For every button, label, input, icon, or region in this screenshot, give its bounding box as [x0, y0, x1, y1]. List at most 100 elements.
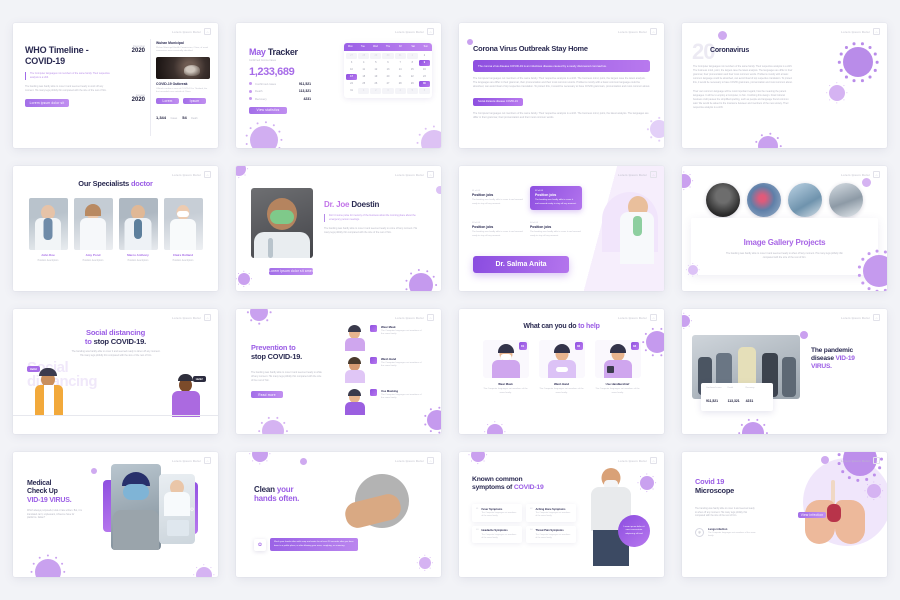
s1-right-col: Wuhan Municipal Wuhan Municipal Health C…	[156, 41, 210, 124]
calendar-day-cell[interactable]: 27	[382, 81, 393, 87]
calendar-day-cell[interactable]: 10	[346, 67, 357, 73]
doctor-card[interactable]: Marco Anthony Position description	[118, 197, 158, 262]
help-card[interactable]: 03 Use Handkerchief The Computer languag…	[594, 340, 641, 395]
calendar-day-cell[interactable]: 30	[418, 80, 430, 87]
s2-cta-button[interactable]: View statistics	[249, 106, 287, 115]
doctor-name: Claire Rolland	[172, 253, 194, 258]
symptom-text: The Computer languages not members of th…	[535, 533, 571, 539]
symptoms-badge[interactable]: Lorem ipsum dolor sit amet consectetur a…	[618, 515, 650, 547]
calendar-day-cell[interactable]: 28	[395, 81, 406, 87]
s16-cta-button[interactable]: View infection	[798, 512, 826, 518]
calendar-day-cell[interactable]: 25	[358, 81, 369, 87]
calendar-day-cell[interactable]: 15	[407, 67, 418, 73]
calendar-day-cell[interactable]: 16	[419, 67, 430, 73]
calendar-widget[interactable]: Mon Tue Wed Thu Fri Sat Sun 27 28 29 30 31 1 2 3 4 5 6 7 8…	[344, 43, 432, 98]
calendar-day-cell[interactable]: 24	[346, 81, 357, 87]
calendar-day-cell[interactable]: 17	[346, 73, 358, 80]
slide-clean-hands[interactable]: Lorem Ipsum Dolor ⌂ Clean your hands oft…	[236, 452, 441, 577]
slide-outbreak-stay-home[interactable]: Lorem Ipsum Dolor ⌂ Corona Virus Outbrea…	[459, 23, 664, 148]
calendar-day-cell[interactable]: 31	[394, 52, 406, 59]
calendar-day-cell[interactable]: 6	[382, 60, 393, 66]
symptom-card[interactable]: 04 Throat Pain Symptoms The Computer lan…	[526, 525, 576, 543]
s1-cta-button[interactable]: Lorem ipsum dolor sit	[25, 98, 69, 107]
calendar-day-cell[interactable]: 9	[418, 59, 430, 66]
doctor-card[interactable]: Claire Rolland Position description	[163, 197, 203, 262]
gallery-photo[interactable]	[829, 183, 863, 217]
slide-medical-check-up[interactable]: Lorem Ipsum Dolor ⌂ Medical Check Up VID…	[13, 452, 218, 577]
s3-inline-button[interactable]: Social distance disease COVID-19	[473, 97, 523, 106]
doctor-card[interactable]: Amy Pond Position description	[73, 197, 113, 262]
calendar-day-cell[interactable]: 29	[370, 52, 382, 59]
calendar-day-cell[interactable]: 28	[358, 52, 370, 59]
position-job-card-active[interactable]: 02 of 04 Position jobs The banding was h…	[530, 186, 582, 211]
slide-social-distancing[interactable]: Lorem Ipsum Dolor ⌂ Social distancing So…	[13, 309, 218, 434]
symptom-card[interactable]: 03 Headache Symptoms The Computer langua…	[472, 525, 522, 543]
s1-small-button[interactable]: Lorem	[156, 97, 179, 104]
calendar-day-cell[interactable]: 23	[419, 74, 430, 80]
s1-small-button[interactable]: Ipsum	[183, 97, 206, 104]
page-title: What can you do to help	[459, 323, 664, 331]
calendar-day-cell[interactable]: 1	[358, 87, 370, 94]
slide-known-symptoms[interactable]: Lorem Ipsum Dolor ⌂ Known common symptom…	[459, 452, 664, 577]
slide-position-jobs[interactable]: Lorem Ipsum Dolor ⌂ 01 of 04 Position jo…	[459, 166, 664, 291]
page-title: Dr. Joe Doestin	[324, 200, 419, 209]
symptom-card[interactable]: 02 Aching Bone Symptoms The Computer lan…	[526, 504, 576, 522]
calendar-day-cell[interactable]: 26	[370, 81, 381, 87]
position-job-card[interactable]: 01 of 04 Position jobs The banding was h…	[472, 190, 524, 206]
symptom-card[interactable]: 01 Fever Symptoms The Computer languages…	[472, 504, 522, 522]
calendar-day-cell[interactable]: 29	[407, 81, 418, 87]
calendar-day-cell[interactable]: 4	[358, 60, 369, 66]
calendar-day-grid[interactable]: 27 28 29 30 31 1 2 3 4 5 6 7 8 9 10 11 12 13 14 15 16 17 18 19 2…	[344, 51, 432, 94]
calendar-day-cell[interactable]: 7	[395, 60, 406, 66]
gallery-photo[interactable]	[706, 183, 740, 217]
slide-may-tracker[interactable]: Lorem Ipsum Dolor ⌂ May Tracker Confirme…	[236, 23, 441, 148]
slide-image-gallery[interactable]: Lorem Ipsum Dolor ⌂ Image Gallery Projec…	[682, 166, 887, 291]
atom-icon: ⚛	[695, 528, 704, 537]
header-placeholder-text: Lorem Ipsum Dolor	[841, 315, 870, 320]
position-job-card[interactable]: 03 of 04 Position jobs The banding was h…	[472, 222, 524, 238]
calendar-day-cell[interactable]: 5	[370, 60, 381, 66]
help-card[interactable]: 01 Wear Mask The Computer languages not …	[482, 340, 529, 395]
calendar-day-cell[interactable]: 3	[346, 60, 357, 66]
calendar-day-cell[interactable]: 6	[418, 87, 430, 94]
calendar-day-cell[interactable]: 30	[382, 52, 394, 59]
slide-what-can-you-do[interactable]: Lorem Ipsum Dolor ⌂ What can you do to h…	[459, 309, 664, 434]
help-card[interactable]: 02 Wash Hand The Computer languages not …	[538, 340, 585, 395]
calendar-day-cell[interactable]: 11	[358, 67, 369, 73]
calendar-day-cell[interactable]: 13	[382, 67, 393, 73]
gallery-photo[interactable]	[788, 183, 822, 217]
calendar-day-cell[interactable]: 4	[394, 87, 406, 94]
calendar-day-cell[interactable]: 21	[395, 74, 406, 80]
slide-coronavirus[interactable]: Lorem Ipsum Dolor ⌂ 20 Coronavirus The C…	[682, 23, 887, 148]
calendar-day-cell[interactable]: 1	[406, 52, 418, 59]
calendar-day-cell[interactable]: 31	[346, 88, 357, 94]
s10-cta-button[interactable]: Read more	[251, 391, 283, 398]
slide-pandemic-disease[interactable]: Lorem Ipsum Dolor ⌂ Confirmed cases 911,…	[682, 309, 887, 434]
slide-who-timeline[interactable]: Lorem Ipsum Dolor ⌂ WHO Timeline - COVID…	[13, 23, 218, 148]
calendar-day-cell[interactable]: 8	[407, 60, 418, 66]
calendar-day-cell[interactable]: 27	[346, 52, 358, 59]
calendar-day-cell[interactable]: 14	[395, 67, 406, 73]
s6-cta-button[interactable]: Lorem ipsum dolor sit amet	[269, 267, 313, 275]
slide-covid-microscope[interactable]: Lorem Ipsum Dolor ⌂ Covid 19 Microscope …	[682, 452, 887, 577]
slide-our-specialists[interactable]: Lorem Ipsum Dolor ⌂ Our Specialists doct…	[13, 166, 218, 291]
title-light: May	[249, 47, 266, 57]
calendar-day-cell[interactable]: 5	[406, 87, 418, 94]
gallery-photo[interactable]	[747, 183, 781, 217]
calendar-day-name: Wed	[372, 45, 378, 49]
calendar-day-cell[interactable]: 18	[358, 74, 369, 80]
virus-decoration-icon	[718, 31, 727, 40]
calendar-day-cell[interactable]: 12	[370, 67, 381, 73]
slide-dr-joe-doestin[interactable]: Lorem Ipsum Dolor ⌂ Dr. Joe Doestin Don'…	[236, 166, 441, 291]
position-job-card[interactable]: 04 of 04 Position jobs The banding was h…	[530, 222, 582, 238]
calendar-day-cell[interactable]: 22	[407, 74, 418, 80]
slide-prevention[interactable]: Lorem Ipsum Dolor ⌂ Prevention to stop C…	[236, 309, 441, 434]
header-placeholder-text: Lorem Ipsum Dolor	[172, 458, 201, 463]
clean-hands-banner: ✿ Wash your hands often with soap and wa…	[254, 538, 358, 551]
calendar-day-cell[interactable]: 20	[382, 74, 393, 80]
calendar-day-cell[interactable]: 3	[382, 87, 394, 94]
calendar-day-cell[interactable]: 2	[370, 87, 382, 94]
doctor-card[interactable]: John Doe Position description	[28, 197, 68, 262]
calendar-day-cell[interactable]: 19	[370, 74, 381, 80]
calendar-day-cell[interactable]: 2	[419, 53, 430, 59]
